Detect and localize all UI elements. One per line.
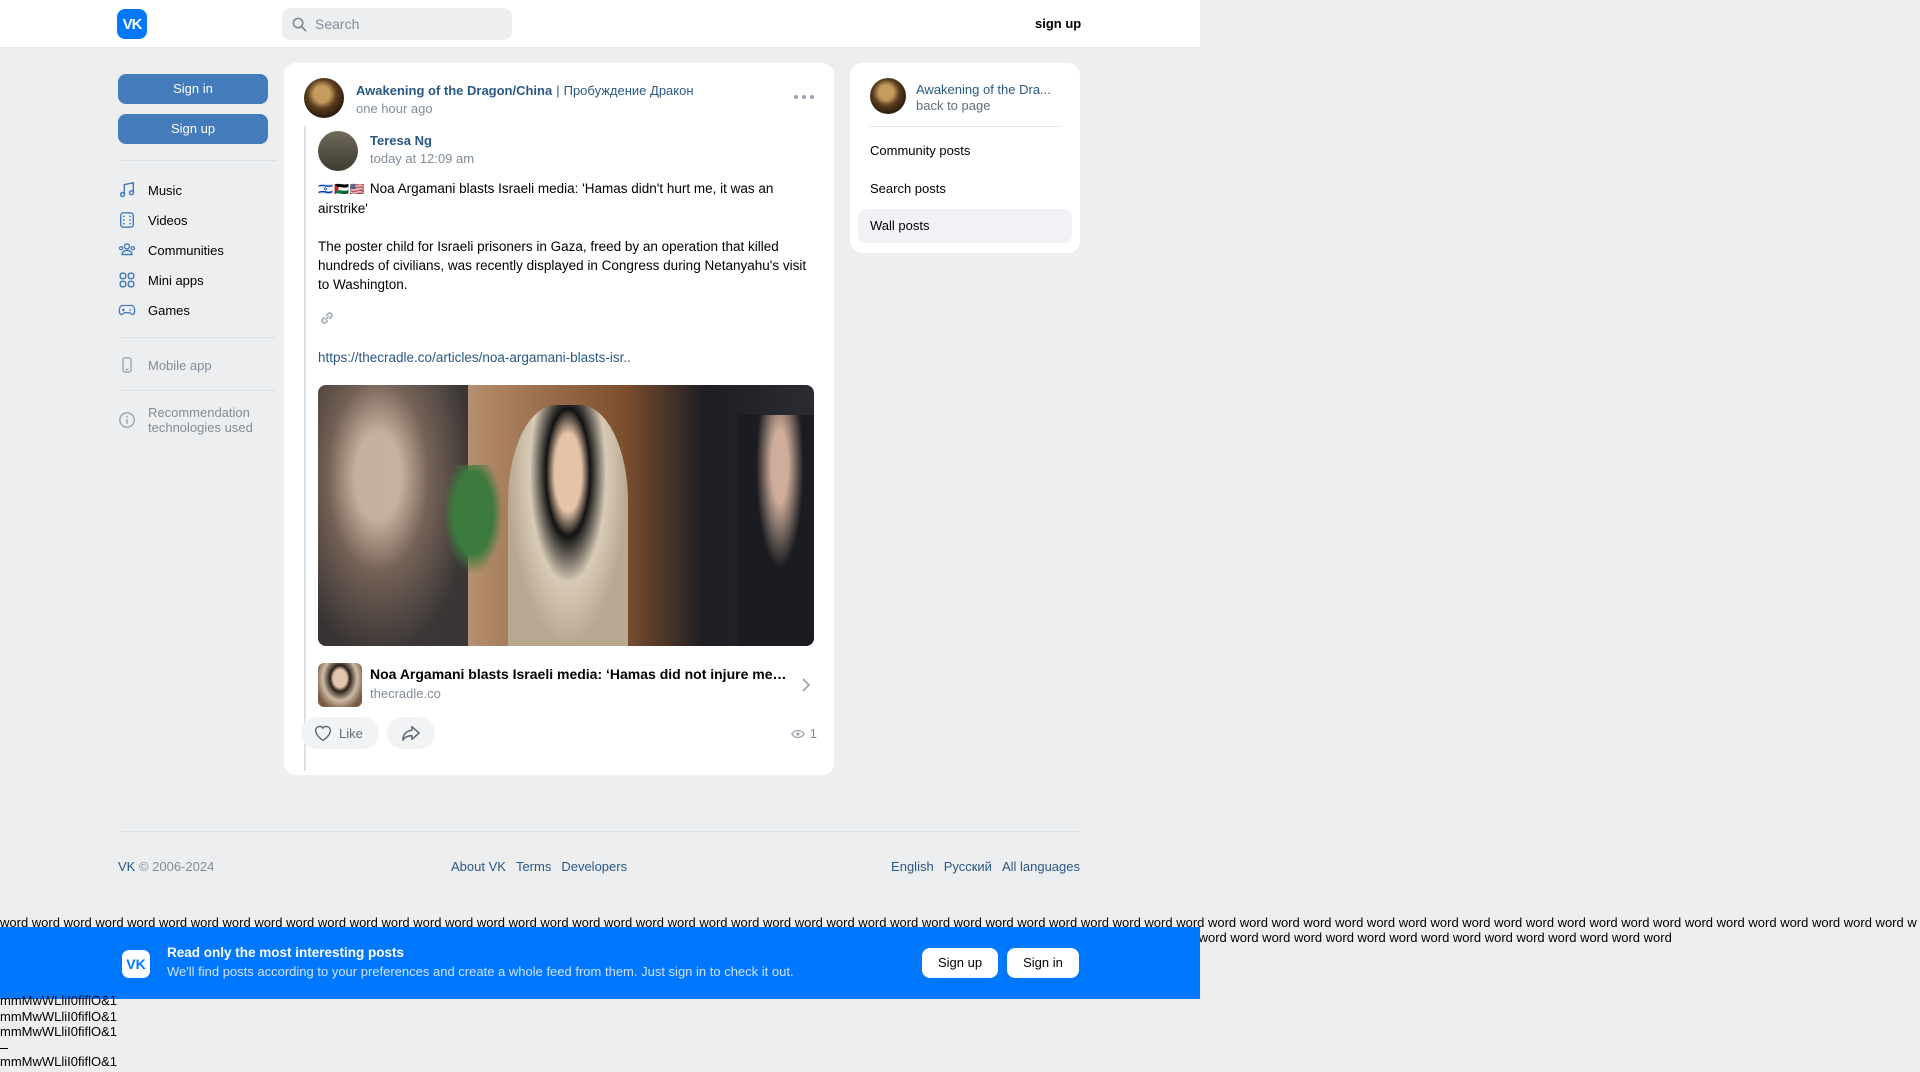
nav-divider [118, 160, 276, 161]
mini-apps-icon [119, 272, 135, 288]
lang-all[interactable]: All languages [1002, 859, 1080, 874]
vk-logo: VK [122, 950, 150, 978]
sidebar-item-mobile-app[interactable]: Mobile app [118, 350, 276, 380]
search-icon [292, 17, 307, 31]
sidebar-item-label: Mobile app [148, 357, 212, 373]
flag-emojis: 🇮🇱🇵🇸🇺🇸 [318, 182, 366, 196]
post-headline: Noa Argamani blasts Israeli media: 'Hama… [318, 181, 774, 216]
community-avatar[interactable] [304, 78, 344, 118]
banner-signup-button[interactable]: Sign up [922, 948, 998, 978]
sidebar-item-label: Games [148, 302, 190, 318]
header-signup-link[interactable]: sign up [1035, 16, 1081, 31]
debug-text: mmMwWLliI0fiflO&1 mmMwWLliI0fiflO&1 mmMw… [0, 993, 118, 1069]
author-name[interactable]: Awakening of the Dragon/China [356, 83, 552, 98]
right-panel: Awakening of the Dra... back to page Com… [850, 63, 1080, 253]
author-alt-name[interactable]: Пробуждение Дракон [564, 83, 694, 98]
wall-post: Awakening of the Dragon/China | Пробуждени… [284, 63, 834, 775]
repost-author[interactable]: Teresa Ng [370, 133, 432, 148]
repost-avatar[interactable] [318, 131, 358, 171]
like-button[interactable]: Like [301, 717, 379, 749]
nav-divider [118, 390, 276, 391]
video-icon [119, 212, 135, 228]
link-card[interactable]: Noa Argamani blasts Israeli media: ‘Hama… [318, 663, 814, 709]
banner-signin-button[interactable]: Sign in [1007, 948, 1079, 978]
sidebar-item-label: Music [148, 182, 182, 198]
sidebar-item-recommendation[interactable]: Recommendation technologies used [118, 397, 276, 443]
lang-russian[interactable]: Русский [944, 859, 992, 874]
post-author[interactable]: Awakening of the Dragon/China | Пробуждени… [356, 83, 694, 98]
copyright: VK © 2006-2024 [118, 859, 215, 874]
post-time[interactable]: one hour ago [356, 101, 433, 116]
banner-subtitle: We'll find posts according to your prefe… [167, 964, 794, 979]
footer: VK © 2006-2024 About VK Terms Developers E… [118, 859, 1080, 874]
phone-icon [122, 357, 132, 373]
developers-link[interactable]: Developers [561, 859, 627, 874]
post-link[interactable]: https://thecradle.co/articles/noa-argama… [318, 350, 631, 365]
about-link[interactable]: About VK [451, 859, 506, 874]
search-input[interactable] [315, 16, 495, 32]
signup-button[interactable]: Sign up [118, 114, 268, 144]
community-avatar[interactable] [870, 78, 906, 114]
footer-divider [118, 831, 1080, 832]
post-photo[interactable] [318, 385, 814, 646]
terms-link[interactable]: Terms [516, 859, 551, 874]
vk-logo[interactable]: VK [117, 9, 147, 39]
heart-icon [314, 725, 332, 742]
post-body: The poster child for Israeli prisoners i… [318, 239, 807, 292]
top-bar: VK sign up [0, 0, 1200, 48]
sidebar-item-games[interactable]: Games [118, 295, 276, 325]
views-count: 1 [790, 726, 817, 741]
sidebar-item-videos[interactable]: Videos [118, 205, 276, 235]
more-icon[interactable] [794, 93, 814, 101]
chevron-right-icon [802, 678, 811, 692]
repost-time[interactable]: today at 12:09 am [370, 151, 474, 166]
search-posts-link[interactable]: Search posts [858, 172, 1072, 206]
gamepad-icon [118, 304, 136, 316]
panel-divider [869, 126, 1061, 127]
sidebar-item-music[interactable]: Music [118, 175, 276, 205]
language-links: English Русский All languages [891, 859, 1090, 874]
share-icon [402, 725, 420, 741]
community-link[interactable]: Awakening of the Dra... [916, 82, 1066, 97]
left-nav: Sign in Sign up Music Videos Communities… [118, 74, 276, 443]
signin-button[interactable]: Sign in [118, 74, 268, 104]
search-box[interactable] [282, 8, 512, 40]
link-card-domain: thecradle.co [370, 686, 441, 701]
banner-title: Read only the most interesting posts [167, 945, 405, 960]
link-icon [321, 312, 333, 324]
wall-posts-link[interactable]: Wall posts [858, 209, 1072, 243]
post-text: 🇮🇱🇵🇸🇺🇸 Noa Argamani blasts Israeli media:… [318, 179, 814, 313]
back-to-page[interactable]: back to page [916, 98, 990, 113]
sidebar-item-communities[interactable]: Communities [118, 235, 276, 265]
link-card-title: Noa Argamani blasts Israeli media: ‘Hama… [370, 666, 790, 682]
link-card-thumbnail [318, 663, 362, 707]
sidebar-item-label: Communities [148, 242, 224, 258]
eye-icon [790, 729, 805, 738]
communities-icon [118, 243, 136, 256]
nav-divider [118, 337, 276, 338]
signup-banner: VK Read only the most interesting posts … [0, 927, 1200, 999]
info-icon [119, 412, 135, 428]
repost-line [304, 126, 306, 771]
share-button[interactable] [387, 717, 435, 749]
sidebar-item-mini-apps[interactable]: Mini apps [118, 265, 276, 295]
sidebar-item-label: Recommendation technologies used [148, 405, 253, 435]
community-posts-link[interactable]: Community posts [858, 134, 1072, 168]
sidebar-item-label: Videos [148, 212, 188, 228]
post-actions: Like 1 [301, 717, 817, 749]
sidebar-item-label: Mini apps [148, 272, 204, 288]
lang-english[interactable]: English [891, 859, 934, 874]
views-value: 1 [809, 726, 817, 741]
like-label: Like [339, 725, 363, 741]
music-icon [119, 181, 135, 198]
vk-link[interactable]: VK [118, 859, 135, 874]
author-separator: | [556, 83, 560, 98]
footer-links: About VK Terms Developers [451, 859, 637, 874]
